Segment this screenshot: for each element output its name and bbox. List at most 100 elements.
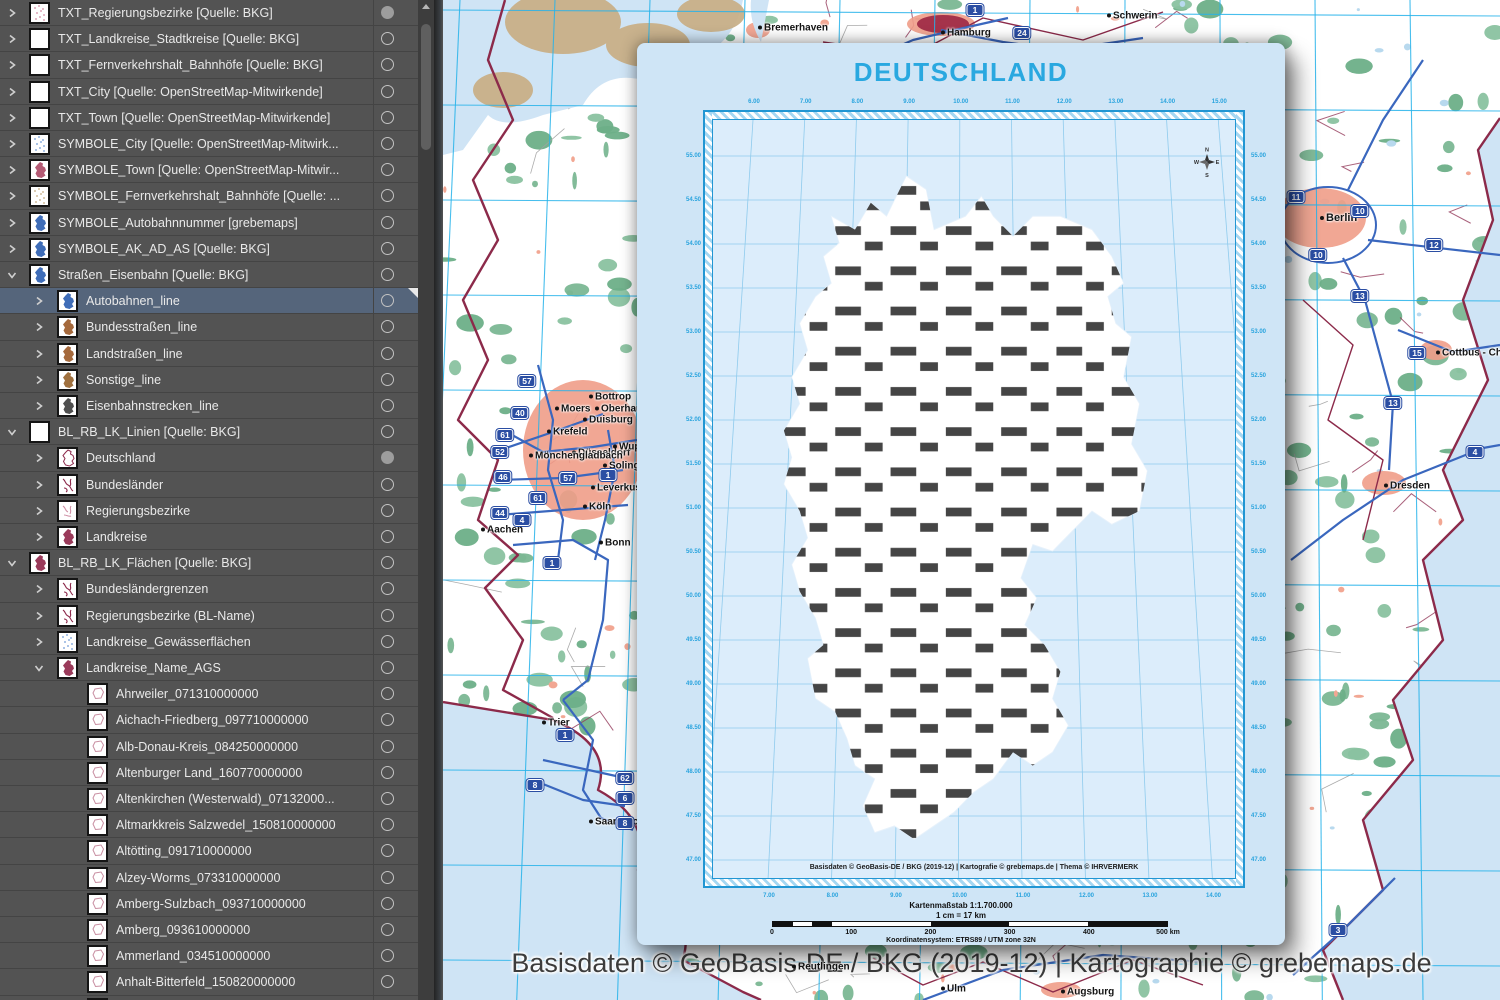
- layer-name[interactable]: Regierungsbezirke: [86, 498, 190, 524]
- layer-row[interactable]: Ammerland_034510000000: [0, 943, 418, 970]
- chevron-right-icon[interactable]: [6, 164, 18, 176]
- layer-name[interactable]: Ahrweiler_071310000000: [116, 681, 258, 707]
- layer-row[interactable]: TXT_Town [Quelle: OpenStreetMap-Mitwirke…: [0, 104, 418, 131]
- layer-target-circle[interactable]: [381, 477, 394, 491]
- layer-thumbnail[interactable]: [87, 709, 108, 732]
- chevron-right-icon[interactable]: [33, 505, 45, 517]
- layer-target-circle[interactable]: [381, 6, 394, 19]
- chevron-right-icon[interactable]: [6, 243, 18, 255]
- chevron-right-icon[interactable]: [6, 86, 18, 98]
- chevron-right-icon[interactable]: [6, 33, 18, 45]
- layer-name[interactable]: Bundesländer: [86, 472, 163, 498]
- layer-row[interactable]: Autobahnen_line: [0, 288, 418, 315]
- layer-thumbnail[interactable]: [57, 630, 78, 653]
- layer-row[interactable]: Amberg-Sulzbach_093710000000: [0, 890, 418, 917]
- layer-name[interactable]: SYMBOLE_Fernverkehrshalt_Bahnhöfe [Quell…: [58, 183, 340, 209]
- layer-row[interactable]: TXT_City [Quelle: OpenStreetMap-Mitwirke…: [0, 78, 418, 105]
- layer-target-circle[interactable]: [381, 818, 394, 832]
- scroll-up-arrow-icon[interactable]: [422, 4, 430, 9]
- layer-row[interactable]: Altmarkkreis Salzwedel_150810000000: [0, 812, 418, 839]
- layer-target-circle[interactable]: [381, 503, 394, 517]
- layer-target-circle[interactable]: [381, 896, 394, 910]
- layer-thumbnail[interactable]: [29, 237, 50, 260]
- chevron-right-icon[interactable]: [33, 295, 45, 307]
- layer-target-circle[interactable]: [381, 582, 394, 596]
- layer-row[interactable]: Regierungsbezirke: [0, 497, 418, 524]
- chevron-right-icon[interactable]: [33, 479, 45, 491]
- layer-row[interactable]: [0, 995, 418, 1000]
- layer-target-circle[interactable]: [381, 294, 394, 308]
- layer-target-circle[interactable]: [381, 687, 394, 701]
- layer-target-circle[interactable]: [381, 634, 394, 648]
- layer-thumbnail[interactable]: [57, 578, 78, 601]
- chevron-right-icon[interactable]: [33, 610, 45, 622]
- layer-row[interactable]: Alzey-Worms_073310000000: [0, 864, 418, 891]
- layer-target-circle[interactable]: [381, 949, 394, 963]
- layer-target-circle[interactable]: [381, 163, 394, 177]
- layer-row[interactable]: Straßen_Eisenbahn [Quelle: BKG]: [0, 262, 418, 289]
- layer-name[interactable]: TXT_City [Quelle: OpenStreetMap-Mitwirke…: [58, 79, 323, 105]
- layer-name[interactable]: Alb-Donau-Kreis_084250000000: [116, 734, 298, 760]
- layer-target-circle[interactable]: [381, 556, 394, 570]
- layer-thumbnail[interactable]: [57, 395, 78, 417]
- layer-name[interactable]: TXT_Regierungsbezirke [Quelle: BKG]: [58, 0, 273, 26]
- layer-row[interactable]: Altenburger Land_160770000000: [0, 759, 418, 786]
- layer-name[interactable]: BL_RB_LK_Linien [Quelle: BKG]: [58, 419, 240, 445]
- layer-name[interactable]: Alzey-Worms_073310000000: [116, 865, 280, 891]
- layer-row[interactable]: Alb-Donau-Kreis_084250000000: [0, 733, 418, 760]
- layer-name[interactable]: Bundesstraßen_line: [86, 314, 197, 340]
- layer-row[interactable]: Sonstige_line: [0, 366, 418, 393]
- layer-row[interactable]: Amberg_093610000000: [0, 917, 418, 944]
- chevron-right-icon[interactable]: [33, 531, 45, 543]
- layer-target-circle[interactable]: [381, 530, 394, 543]
- layer-thumbnail[interactable]: [87, 866, 108, 889]
- layer-name[interactable]: Altmarkkreis Salzwedel_150810000000: [116, 812, 336, 838]
- layer-target-circle[interactable]: [381, 110, 394, 124]
- layer-target-circle[interactable]: [381, 268, 394, 281]
- layer-target-circle[interactable]: [381, 661, 394, 674]
- layer-name[interactable]: Aichach-Friedberg_097710000000: [116, 707, 309, 733]
- layer-thumbnail[interactable]: [87, 735, 108, 758]
- layer-name[interactable]: Eisenbahnstrecken_line: [86, 393, 219, 419]
- layer-thumbnail[interactable]: [57, 473, 78, 496]
- chevron-down-icon[interactable]: [6, 426, 18, 438]
- layer-thumbnail[interactable]: [57, 447, 78, 470]
- map-artboard[interactable]: DEUTSCHLAND 6.00 7.00 8.00 9.00 10.00 11…: [637, 43, 1285, 945]
- chevron-right-icon[interactable]: [33, 583, 45, 595]
- layer-row[interactable]: Aichach-Friedberg_097710000000: [0, 707, 418, 734]
- chevron-down-icon[interactable]: [6, 557, 18, 569]
- layer-name[interactable]: TXT_Landkreise_Stadtkreise [Quelle: BKG]: [58, 26, 299, 52]
- layer-row[interactable]: Bundesländergrenzen: [0, 576, 418, 603]
- layer-name[interactable]: Deutschland: [86, 445, 156, 471]
- layer-name[interactable]: TXT_Fernverkehrshalt_Bahnhöfe [Quelle: B…: [58, 52, 323, 78]
- layer-name[interactable]: Ammerland_034510000000: [116, 943, 270, 969]
- layer-thumbnail[interactable]: [29, 421, 50, 444]
- layer-row[interactable]: SYMBOLE_Fernverkehrshalt_Bahnhöfe [Quell…: [0, 183, 418, 210]
- layer-thumbnail[interactable]: [87, 840, 108, 863]
- layer-thumbnail[interactable]: [87, 814, 108, 837]
- chevron-right-icon[interactable]: [6, 217, 18, 229]
- layer-row[interactable]: Landkreise_Name_AGS: [0, 655, 418, 682]
- layer-thumbnail[interactable]: [29, 2, 50, 24]
- layer-target-circle[interactable]: [381, 372, 394, 386]
- layer-row[interactable]: SYMBOLE_Town [Quelle: OpenStreetMap-Mitw…: [0, 157, 418, 184]
- layer-name[interactable]: Landkreise_Name_AGS: [86, 655, 221, 681]
- layer-target-circle[interactable]: [381, 765, 394, 779]
- scrollbar-thumb[interactable]: [421, 24, 431, 150]
- layer-target-circle[interactable]: [381, 739, 394, 753]
- chevron-right-icon[interactable]: [6, 7, 18, 19]
- layer-thumbnail[interactable]: [29, 264, 50, 286]
- layer-name[interactable]: Landkreise_Gewässerflächen: [86, 629, 251, 655]
- layer-thumbnail[interactable]: [57, 316, 78, 339]
- layer-thumbnail[interactable]: [87, 761, 108, 784]
- layer-target-circle[interactable]: [381, 792, 394, 805]
- layer-row[interactable]: Eisenbahnstrecken_line: [0, 393, 418, 420]
- layer-target-circle[interactable]: [381, 137, 394, 150]
- chevron-right-icon[interactable]: [6, 59, 18, 71]
- chevron-right-icon[interactable]: [6, 138, 18, 150]
- layer-thumbnail[interactable]: [57, 290, 78, 313]
- layer-target-circle[interactable]: [381, 923, 394, 936]
- layer-row[interactable]: SYMBOLE_AK_AD_AS [Quelle: BKG]: [0, 235, 418, 262]
- layer-thumbnail[interactable]: [57, 368, 78, 391]
- layer-thumbnail[interactable]: [29, 159, 50, 182]
